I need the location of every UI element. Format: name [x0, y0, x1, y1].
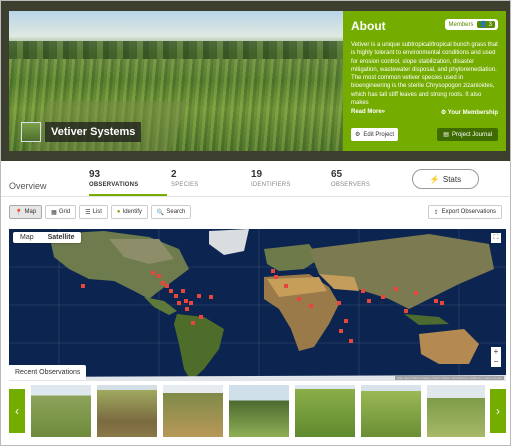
members-count-badge: 👤 3 — [476, 21, 495, 28]
observation-photo[interactable] — [97, 385, 157, 437]
observation-marker[interactable] — [191, 321, 195, 325]
observation-photo[interactable] — [427, 385, 485, 437]
members-label: Members — [448, 21, 474, 28]
export-icon: ⇪ — [433, 209, 439, 216]
export-observations-button[interactable]: ⇪ Export Observations — [427, 205, 502, 219]
project-header: Vetiver Systems About Members 👤 3 Vetive… — [1, 1, 510, 161]
edit-project-button[interactable]: ⚙ Edit Project — [351, 128, 399, 141]
tab-observations[interactable]: 93 OBSERVATIONS — [89, 169, 138, 188]
active-tab-indicator — [89, 194, 167, 196]
observations-label: OBSERVATIONS — [89, 182, 139, 188]
observation-marker[interactable] — [169, 289, 173, 293]
observation-marker[interactable] — [404, 309, 408, 313]
tab-species[interactable]: 2 SPECIES — [171, 169, 198, 188]
your-membership-link[interactable]: ⚙ Your Membership — [441, 109, 498, 116]
person-icon: 👤 — [479, 22, 487, 28]
project-journal-button[interactable]: ▤ Project Journal — [437, 128, 498, 141]
observation-marker[interactable] — [339, 329, 343, 333]
document-icon: ▤ — [443, 132, 449, 138]
list-view-button[interactable]: ☰ List — [79, 205, 108, 219]
observation-marker[interactable] — [185, 307, 189, 311]
gear-icon: ⚙ — [440, 110, 447, 116]
carousel-next-button[interactable]: › — [490, 389, 506, 433]
observation-marker[interactable] — [157, 274, 161, 278]
observations-count: 93 — [89, 169, 101, 180]
read-more-link[interactable]: Read More» — [351, 109, 385, 116]
tab-identifiers[interactable]: 19 IDENTIFIERS — [251, 169, 291, 188]
observation-marker[interactable] — [361, 289, 365, 293]
observation-marker[interactable] — [274, 275, 278, 279]
observation-marker[interactable] — [81, 284, 85, 288]
identifiers-count: 19 — [251, 169, 263, 180]
observation-marker[interactable] — [284, 284, 288, 288]
observation-photo[interactable] — [361, 385, 421, 437]
observation-marker[interactable] — [309, 304, 313, 308]
observation-photo[interactable] — [295, 385, 355, 437]
project-page: Vetiver Systems About Members 👤 3 Vetive… — [0, 0, 511, 446]
project-title-badge[interactable]: Vetiver Systems — [21, 121, 142, 143]
observation-marker[interactable] — [434, 299, 438, 303]
observation-marker[interactable] — [344, 319, 348, 323]
project-description: Vetiver is a unique subtropical/tropical… — [351, 42, 498, 107]
carousel-prev-button[interactable]: ‹ — [9, 389, 25, 433]
grid-icon: ▦ — [51, 209, 57, 216]
search-icon: 🔍 — [156, 209, 165, 216]
project-title[interactable]: Vetiver Systems — [45, 122, 142, 142]
view-toolbar: 📍 Map ▦ Grid ☰ List ● Identify 🔍 Search — [9, 205, 192, 221]
about-panel: About Members 👤 3 Vetiver is a unique su… — [343, 11, 506, 151]
chevron-right-icon: › — [496, 404, 500, 418]
chevron-left-icon: ‹ — [15, 404, 19, 418]
observation-marker[interactable] — [337, 301, 341, 305]
observation-marker[interactable] — [161, 281, 165, 285]
tab-observers[interactable]: 65 OBSERVERS — [331, 169, 370, 188]
recent-observations-heading: Recent Observations — [9, 365, 87, 380]
observation-marker[interactable] — [184, 299, 188, 303]
grid-view-button[interactable]: ▦ Grid — [45, 205, 77, 219]
tab-overview[interactable]: Overview — [9, 181, 47, 191]
species-count: 2 — [171, 169, 177, 180]
observation-marker[interactable] — [440, 301, 444, 305]
observation-marker[interactable] — [349, 339, 353, 343]
observation-marker[interactable] — [297, 297, 301, 301]
observation-marker[interactable] — [165, 284, 169, 288]
gear-icon: ⚙ — [355, 132, 361, 138]
observers-count: 65 — [331, 169, 343, 180]
observation-photo[interactable] — [229, 385, 289, 437]
observation-marker[interactable] — [181, 289, 185, 293]
observation-photo[interactable] — [163, 385, 223, 437]
map-view-button[interactable]: 📍 Map — [9, 205, 43, 219]
observation-marker[interactable] — [367, 299, 371, 303]
observation-markers — [81, 269, 444, 343]
recent-observations-carousel: ‹ › — [9, 381, 506, 441]
list-icon: ☰ — [85, 209, 91, 216]
observation-marker[interactable] — [151, 271, 155, 275]
observers-label: OBSERVERS — [331, 182, 371, 188]
observation-marker[interactable] — [414, 291, 418, 295]
identify-button[interactable]: ● Identify — [110, 205, 148, 219]
species-label: SPECIES — [171, 182, 199, 188]
search-button[interactable]: 🔍 Search — [150, 205, 192, 219]
observation-marker[interactable] — [174, 294, 178, 298]
observation-marker[interactable] — [197, 294, 201, 298]
observation-marker[interactable] — [394, 287, 398, 291]
tag-icon: ● — [116, 209, 121, 215]
observation-marker[interactable] — [209, 295, 213, 299]
observation-marker[interactable] — [271, 269, 275, 273]
stats-button[interactable]: ⚡ Stats — [412, 169, 479, 189]
lightning-icon: ⚡ — [429, 174, 440, 184]
observations-map[interactable]: Map Satellite ⛶ + − Map data ©2017 Image… — [9, 229, 506, 381]
map-pin-icon: 📍 — [15, 209, 23, 216]
observation-marker[interactable] — [199, 315, 203, 319]
members-button[interactable]: Members 👤 3 — [445, 19, 498, 30]
project-icon — [21, 122, 41, 142]
observation-photo[interactable] — [31, 385, 91, 437]
identifiers-label: IDENTIFIERS — [251, 182, 291, 188]
observation-marker[interactable] — [189, 301, 193, 305]
observation-marker[interactable] — [381, 295, 385, 299]
observation-marker[interactable] — [177, 301, 181, 305]
